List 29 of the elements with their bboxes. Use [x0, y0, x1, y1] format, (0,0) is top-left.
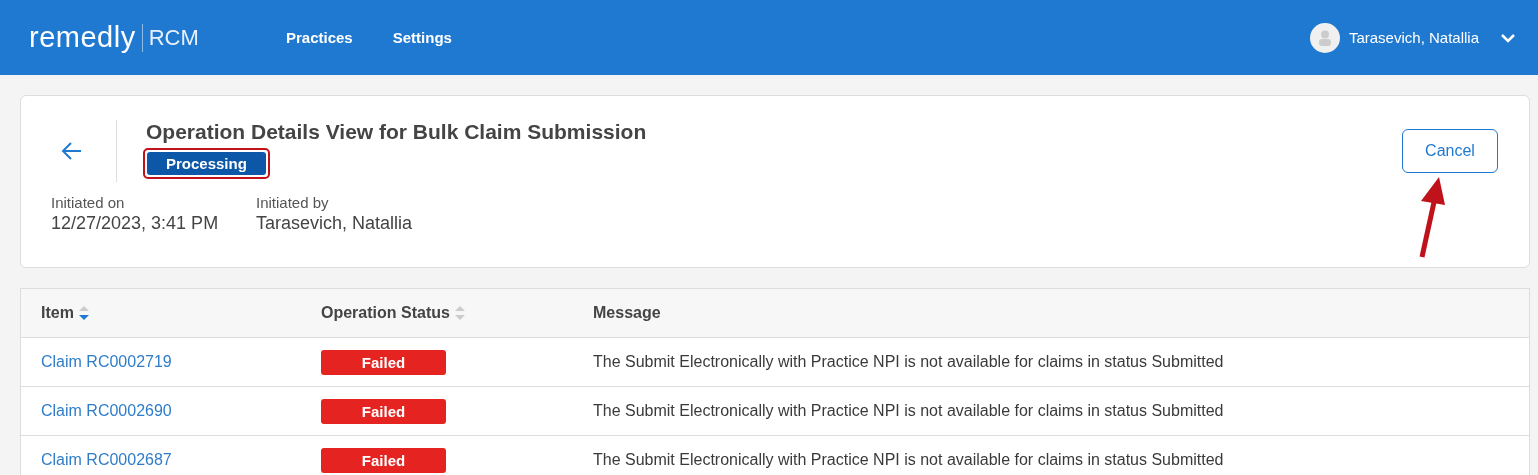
- sort-descending-icon[interactable]: [77, 304, 90, 322]
- column-header: Item: [41, 304, 74, 322]
- nav-link[interactable]: Practices: [286, 29, 353, 46]
- message-text: The Submit Electronically with Practice NPI is not available for claims in status Submitted: [593, 402, 1225, 420]
- arrow-left-icon: [61, 141, 83, 161]
- status-badge: Failed: [321, 398, 446, 424]
- user-menu[interactable]: Tarasevich, Natallia: [1309, 22, 1516, 53]
- meta-value: Tarasevich, Natallia: [256, 213, 413, 234]
- logo-product: RCM: [148, 24, 199, 51]
- claim-link[interactable]: Claim RC0002690: [41, 402, 172, 419]
- nav-link[interactable]: Settings: [392, 29, 452, 46]
- meta-label: Initiated by: [256, 194, 330, 211]
- sort-icon[interactable]: [453, 304, 466, 322]
- page-title: Operation Details View for Bulk Claim Submission: [146, 120, 647, 144]
- claim-link[interactable]: Claim RC0002719: [41, 353, 172, 370]
- meta-value: 12/27/2023, 3:41 PM: [51, 213, 220, 234]
- chevron-down-icon: [1500, 32, 1516, 43]
- status-badge: Processing: [147, 152, 266, 175]
- column-header: Operation Status: [321, 304, 450, 322]
- message-text: The Submit Electronically with Practice NPI is not available for claims in status Submitted: [593, 353, 1225, 371]
- logo-wordmark: remedly: [29, 21, 136, 54]
- status-badge: Failed: [321, 349, 446, 375]
- status-badge: Failed: [321, 447, 446, 473]
- avatar-icon: [1309, 22, 1340, 53]
- meta-label: Initiated on: [51, 194, 126, 211]
- message-text: The Submit Electronically with Practice NPI is not available for claims in status Submitted: [593, 451, 1225, 469]
- claim-link[interactable]: Claim RC0002687: [41, 451, 172, 468]
- cancel-button[interactable]: Cancel: [1402, 129, 1498, 173]
- column-header: Message: [593, 304, 661, 322]
